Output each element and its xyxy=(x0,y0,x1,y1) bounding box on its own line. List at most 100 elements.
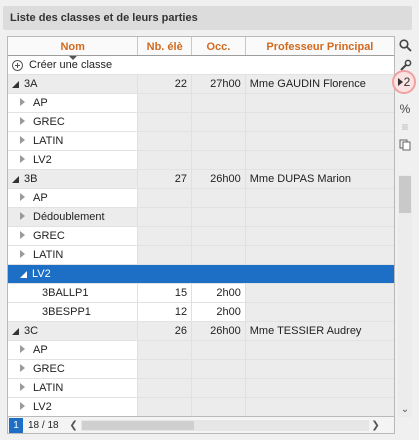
cell-professeur xyxy=(245,227,394,245)
expanded-arrow-icon[interactable] xyxy=(12,81,19,88)
cell-occ xyxy=(192,208,246,226)
column-header-nb-eleves[interactable]: Nb. élè xyxy=(138,37,193,55)
class-row[interactable]: 3C 26 26h00 Mme TESSIER Audrey xyxy=(8,322,394,341)
row-name: 3A xyxy=(24,78,38,90)
scroll-track[interactable] xyxy=(80,419,369,431)
column-header-occ[interactable]: Occ. xyxy=(192,37,246,55)
part-row[interactable]: LV2 xyxy=(8,265,394,284)
row-name: LV2 xyxy=(33,154,52,166)
vertical-scroll-thumb[interactable] xyxy=(399,176,411,213)
collapsed-arrow-icon[interactable] xyxy=(20,364,25,372)
collapsed-arrow-icon[interactable] xyxy=(20,250,25,258)
part-row[interactable]: Dédoublement xyxy=(8,208,394,227)
copy-icon[interactable] xyxy=(396,136,414,154)
cell-professeur xyxy=(245,379,394,397)
part-row[interactable]: LATIN xyxy=(8,379,394,398)
collapsed-arrow-icon[interactable] xyxy=(20,345,25,353)
row-name: LV2 xyxy=(32,268,51,280)
column-header-nom[interactable]: Nom xyxy=(8,37,139,60)
cell-occ: 2h00 xyxy=(192,303,246,321)
cell-nom: GREC xyxy=(8,360,139,378)
cell-nb-eleves: 15 xyxy=(138,284,193,302)
panel-title: Liste des classes et de leurs parties xyxy=(3,6,412,30)
collapsed-arrow-icon[interactable] xyxy=(20,193,25,201)
cell-occ: 27h00 xyxy=(192,75,246,93)
row-name: 3B xyxy=(24,173,38,185)
cell-professeur xyxy=(245,360,394,378)
cell-nom: LV2 xyxy=(8,265,139,283)
part-row[interactable]: GREC xyxy=(8,113,394,132)
collapsed-arrow-icon[interactable] xyxy=(20,98,25,106)
cell-professeur xyxy=(245,132,394,150)
cell-occ xyxy=(192,151,246,169)
cell-professeur xyxy=(245,151,394,169)
row-name: GREC xyxy=(33,230,65,242)
collapsed-arrow-icon[interactable] xyxy=(20,212,25,220)
cell-nom: 3BALLP1 xyxy=(8,284,139,302)
scroll-left-icon[interactable]: ❮ xyxy=(67,420,81,431)
row-name: 3BESPP1 xyxy=(42,306,91,318)
search-icon[interactable] xyxy=(396,36,414,54)
part-row[interactable]: LATIN xyxy=(8,246,394,265)
expand-level-button[interactable]: 2 xyxy=(392,70,416,94)
part-row[interactable]: LV2 xyxy=(8,151,394,170)
row-count: 18 / 18 xyxy=(28,419,59,431)
part-row[interactable]: AP xyxy=(8,189,394,208)
collapsed-arrow-icon[interactable] xyxy=(20,117,25,125)
cell-nom: 3C xyxy=(8,322,139,340)
horizontal-scrollbar[interactable]: ❮ ❯ xyxy=(67,419,383,432)
cell-professeur: Mme GAUDIN Florence xyxy=(245,75,394,93)
part-row[interactable]: LV2 xyxy=(8,398,394,416)
create-class-row[interactable]: Créer une classe xyxy=(8,56,394,75)
cell-professeur xyxy=(245,303,394,321)
cell-nom: GREC xyxy=(8,113,139,131)
collapsed-arrow-icon[interactable] xyxy=(20,155,25,163)
cell-nom: GREC xyxy=(8,227,139,245)
row-name: 3BALLP1 xyxy=(42,287,89,299)
class-row[interactable]: 3A 22 27h00 Mme GAUDIN Florence xyxy=(8,75,394,94)
cell-nb-eleves: 12 xyxy=(138,303,193,321)
row-name: 3C xyxy=(24,325,39,337)
collapsed-arrow-icon[interactable] xyxy=(20,136,25,144)
row-name: AP xyxy=(33,97,48,109)
part-row[interactable]: GREC xyxy=(8,360,394,379)
scroll-right-icon[interactable]: ❯ xyxy=(369,420,383,431)
expanded-arrow-icon[interactable] xyxy=(12,176,19,183)
scroll-thumb[interactable] xyxy=(81,420,194,430)
cell-occ xyxy=(192,227,246,245)
expanded-arrow-icon[interactable] xyxy=(20,271,27,278)
part-row[interactable]: AP xyxy=(8,94,394,113)
scroll-down-icon[interactable]: ⌄ xyxy=(398,404,412,415)
cell-nom: AP xyxy=(8,189,139,207)
cell-occ xyxy=(192,189,246,207)
cell-professeur: Mme DUPAS Marion xyxy=(245,170,394,188)
column-label: Nom xyxy=(60,41,85,53)
cell-occ xyxy=(192,265,246,283)
row-name: AP xyxy=(33,344,48,356)
part-row[interactable]: LATIN xyxy=(8,132,394,151)
expanded-arrow-icon[interactable] xyxy=(12,328,19,335)
classes-grid: Nom Nb. élè Occ. Professeur Principal Cr… xyxy=(7,36,395,417)
cell-nom: LV2 xyxy=(8,151,139,169)
subgroup-row[interactable]: 3BESPP1 12 2h00 xyxy=(8,303,394,322)
part-row[interactable]: GREC xyxy=(8,227,394,246)
collapsed-arrow-icon[interactable] xyxy=(20,383,25,391)
percent-icon[interactable]: % xyxy=(396,100,414,118)
cell-occ xyxy=(192,341,246,359)
cell-occ xyxy=(192,360,246,378)
cell-nb-eleves xyxy=(138,265,193,283)
column-header-professeur[interactable]: Professeur Principal xyxy=(246,37,394,55)
cell-nom: 3BESPP1 xyxy=(8,303,139,321)
part-row[interactable]: AP xyxy=(8,341,394,360)
collapsed-arrow-icon[interactable] xyxy=(20,231,25,239)
vertical-scrollbar[interactable]: ⌄ xyxy=(398,175,412,417)
cell-occ: 26h00 xyxy=(192,170,246,188)
cell-occ xyxy=(192,132,246,150)
cell-professeur xyxy=(245,113,394,131)
cell-occ: 26h00 xyxy=(192,322,246,340)
class-row[interactable]: 3B 27 26h00 Mme DUPAS Marion xyxy=(8,170,394,189)
cell-nom: LV2 xyxy=(8,398,139,416)
cell-occ xyxy=(192,246,246,264)
subgroup-row[interactable]: 3BALLP1 15 2h00 xyxy=(8,284,394,303)
collapsed-arrow-icon[interactable] xyxy=(20,402,25,410)
